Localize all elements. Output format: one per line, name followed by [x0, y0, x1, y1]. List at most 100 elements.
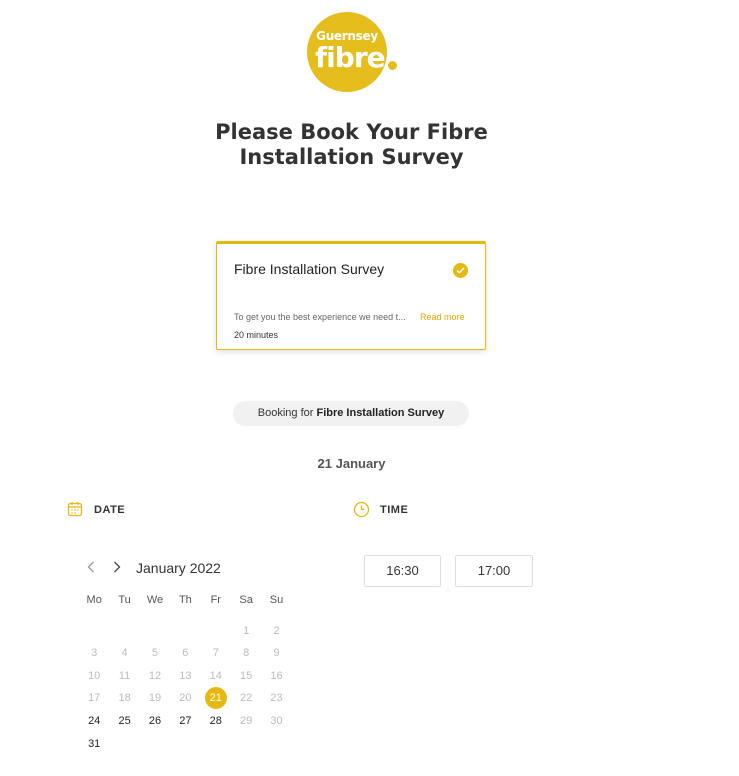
time-slot-button[interactable]: 16:30	[364, 555, 441, 587]
calendar-day: 4	[109, 642, 139, 665]
time-label: TIME	[380, 504, 409, 516]
calendar-day-number: 24	[88, 714, 101, 727]
logo-dot	[388, 61, 397, 70]
calendar-day-number: 25	[118, 714, 131, 727]
next-month-button[interactable]	[113, 560, 121, 577]
calendar-week-row: 10 11 12 13 14 15 16	[79, 665, 292, 688]
calendar-empty-cell	[109, 620, 139, 643]
calendar-week-row: 12	[79, 620, 292, 643]
calendar-empty-cell	[201, 733, 231, 756]
calendar-day[interactable]: 31	[79, 733, 109, 756]
calendar-day-number: 28	[209, 714, 222, 727]
calendar-day-number: 30	[270, 714, 283, 727]
calendar-day-number: 23	[270, 692, 283, 705]
service-name: Fibre Installation Survey	[234, 261, 385, 277]
calendar-day-number: 11	[118, 669, 131, 682]
calendar-day: 17	[79, 687, 109, 710]
calendar-day-number: 21	[209, 692, 222, 705]
calendar-day: 18	[109, 687, 139, 710]
calendar-day-selected[interactable]: 21	[201, 687, 231, 710]
calendar-day: 29	[231, 710, 261, 733]
calendar-day-number: 15	[240, 669, 253, 682]
calendar-day: 14	[201, 665, 231, 688]
page-title-line1: Please Book Your Fibre	[215, 120, 488, 144]
clock-icon	[353, 501, 370, 518]
calendar-day-number: 18	[118, 692, 131, 705]
calendar-day-number: 16	[270, 669, 283, 682]
calendar-empty-cell	[231, 733, 261, 756]
weekday-label: Mo	[86, 594, 102, 606]
booking-service-name: Fibre Installation Survey	[316, 407, 445, 419]
calendar-day: 20	[170, 687, 200, 710]
booking-prefix: Booking for	[257, 407, 317, 419]
calendar-empty-cell	[140, 620, 170, 643]
calendar-empty-cell	[170, 620, 200, 643]
calendar-day: 5	[140, 642, 170, 665]
calendar-day: 8	[231, 642, 261, 665]
calendar-day-number: 20	[179, 692, 192, 705]
weekday-label: We	[146, 594, 164, 606]
calendar-empty-cell	[140, 733, 170, 756]
calendar-day[interactable]: 27	[170, 710, 200, 733]
calendar-day-number: 31	[88, 737, 101, 750]
calendar-icon	[67, 502, 83, 517]
calendar-day: 30	[261, 710, 291, 733]
calendar-day-number: 1	[243, 624, 250, 637]
calendar-day: 15	[231, 665, 261, 688]
prev-month-button[interactable]	[87, 560, 95, 577]
calendar-day-number: 27	[179, 714, 192, 727]
date-label: DATE	[94, 504, 126, 516]
calendar-empty-cell	[261, 733, 291, 756]
calendar-day: 6	[170, 642, 200, 665]
calendar-week-row: 24 25 26 27 28 29 30	[79, 710, 292, 733]
month-label: January 2022	[136, 560, 221, 576]
calendar-day-number: 6	[182, 647, 189, 660]
calendar-day-number: 29	[240, 714, 253, 727]
calendar-day-number: 5	[151, 647, 159, 660]
calendar-week-row: 3 4 5 6 7 8 9	[79, 642, 292, 665]
weekday-label: Tu	[118, 594, 131, 606]
calendar-day: 1	[231, 620, 261, 643]
calendar-empty-cell	[170, 733, 200, 756]
selected-date: 21 January	[317, 456, 386, 471]
calendar-day: 10	[79, 665, 109, 688]
calendar-day-number: 13	[179, 669, 192, 682]
booking-for-pill: Booking for Fibre Installation Survey	[233, 401, 469, 426]
calendar-empty-cell	[201, 620, 231, 643]
calendar-grid: Mo Tu We Th Fr Sa Su 1 2 3 4 5 6 7 8 9 10 11 12 13 14 15 16 17…	[79, 589, 292, 755]
service-description: To get you the best experience we need t…	[234, 312, 406, 322]
calendar-day: 3	[79, 642, 109, 665]
calendar-day[interactable]: 26	[140, 710, 170, 733]
calendar-day-number: 12	[148, 669, 162, 682]
chevron-left-icon	[87, 561, 94, 573]
calendar-day[interactable]: 24	[79, 710, 109, 733]
logo-text-bottom: fibre	[315, 41, 386, 74]
calendar-day: 11	[109, 665, 139, 688]
calendar-day-number: 4	[121, 647, 128, 660]
calendar-day-number: 10	[88, 669, 101, 682]
time-slot-button[interactable]: 17:00	[455, 555, 533, 587]
chevron-right-icon	[114, 561, 121, 573]
calendar-day-number: 26	[148, 714, 162, 727]
guernsey-fibre-logo: Guernsey fibre	[307, 12, 387, 92]
calendar-day: 19	[140, 687, 170, 710]
weekday-label: Fr	[210, 594, 221, 606]
calendar-day-number: 17	[88, 692, 101, 705]
page-title-line2: Installation Survey	[239, 145, 464, 169]
calendar-day-number: 3	[91, 647, 98, 660]
calendar-day[interactable]: 25	[109, 710, 139, 733]
service-card[interactable]: Fibre Installation Survey To get you the…	[216, 241, 486, 350]
calendar-day-number: 9	[273, 647, 280, 660]
calendar-empty-cell	[79, 620, 109, 643]
calendar-day: 12	[140, 665, 170, 688]
calendar-day[interactable]: 28	[201, 710, 231, 733]
calendar-day: 2	[261, 620, 291, 643]
read-more-link[interactable]: Read more	[420, 312, 465, 322]
calendar-day-number: 19	[148, 692, 162, 705]
calendar-day: 13	[170, 665, 200, 688]
calendar-day: 7	[201, 642, 231, 665]
weekday-header-row: Mo Tu We Th Fr Sa Su	[79, 589, 292, 612]
calendar-day: 22	[231, 687, 261, 710]
weekday-label: Su	[269, 594, 284, 606]
weekday-label: Sa	[239, 594, 253, 606]
